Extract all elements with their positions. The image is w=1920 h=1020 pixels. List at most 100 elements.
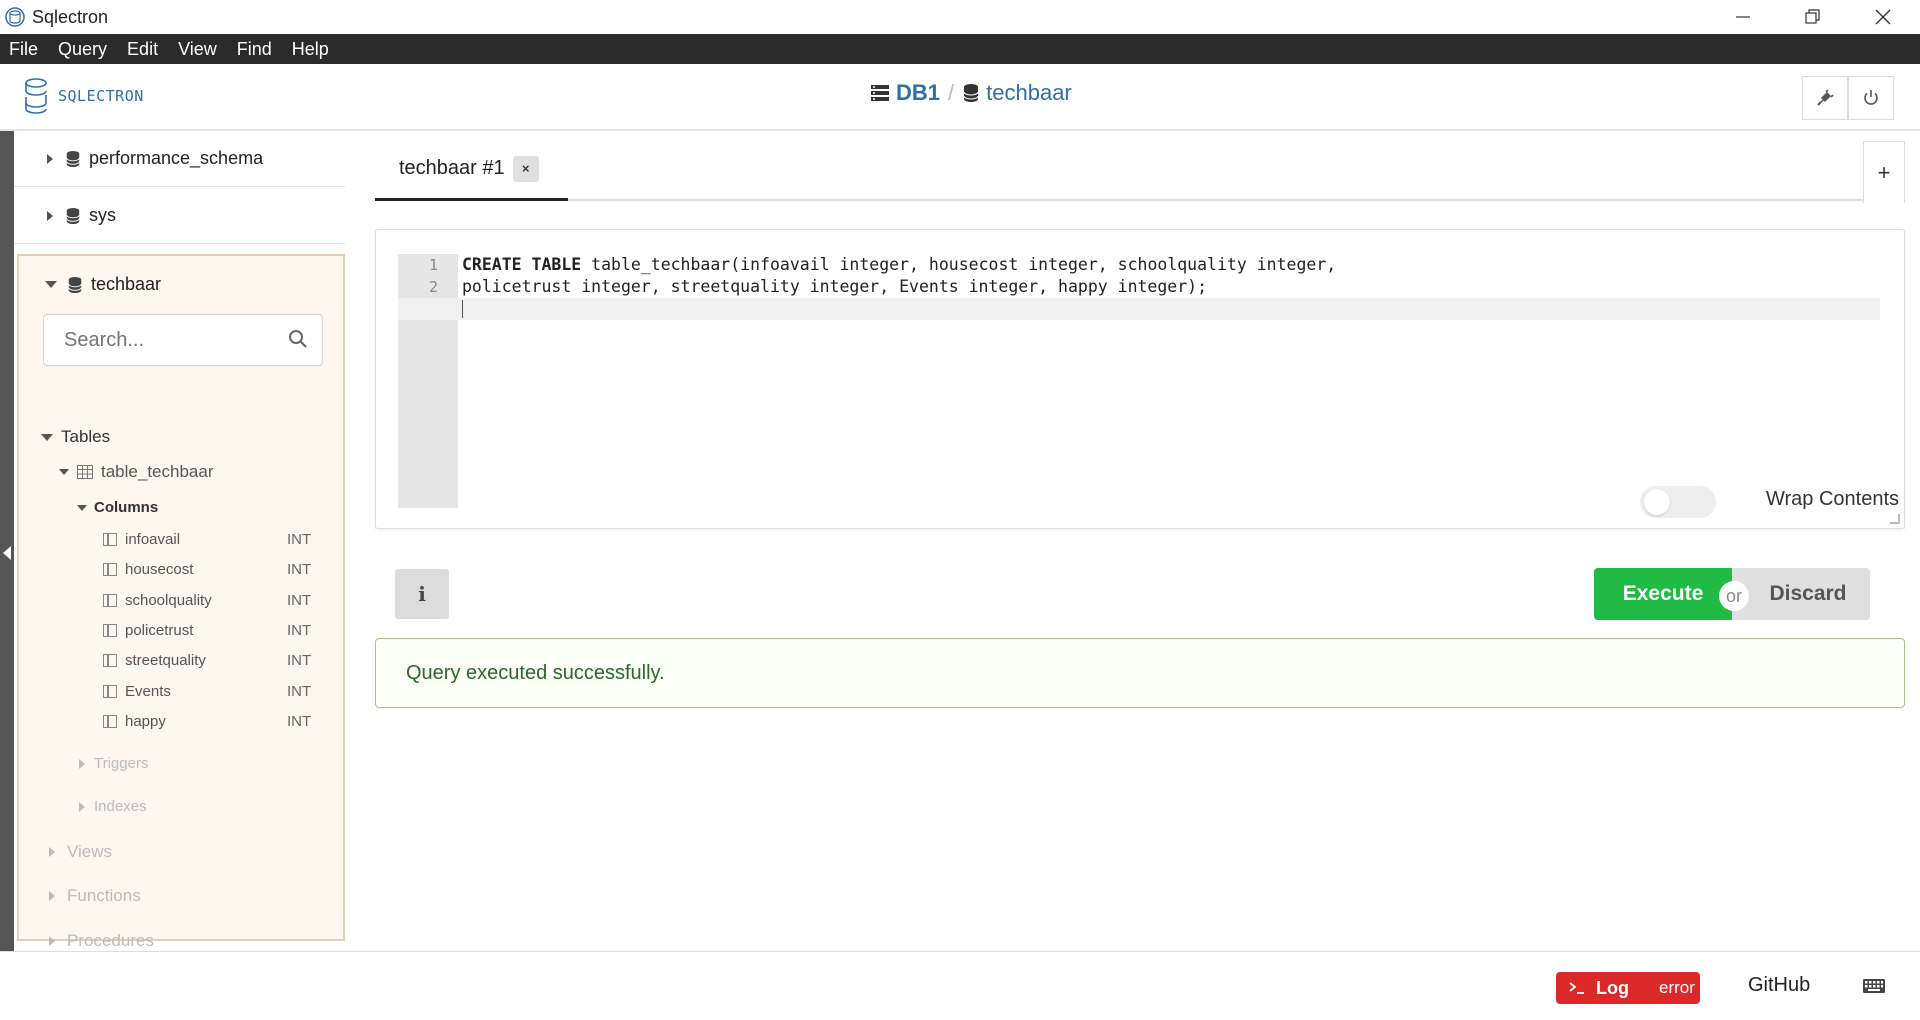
server-icon <box>871 85 889 101</box>
menu-bar: File Query Edit View Find Help <box>0 34 1920 64</box>
footer: Log error GitHub <box>0 951 1920 1020</box>
sidebar: performance_schema sys techbaar Tables <box>14 131 345 951</box>
triggers-label: Triggers <box>94 755 149 772</box>
table-name: table_techbaar <box>101 462 214 481</box>
column-item[interactable]: schoolquality INT <box>103 592 311 609</box>
caret-right-icon <box>79 801 85 812</box>
or-divider: or <box>1719 581 1749 611</box>
tree-indexes-group[interactable]: Indexes <box>79 798 147 815</box>
disconnect-plug-button[interactable] <box>1802 76 1848 120</box>
column-type: INT <box>287 683 312 700</box>
column-item[interactable]: streetquality INT <box>103 652 311 669</box>
caret-right-icon <box>47 210 53 221</box>
views-label: Views <box>67 842 113 861</box>
column-name: happy <box>125 713 166 730</box>
editor-code[interactable]: CREATE TABLE table_techbaar(infoavail in… <box>462 254 1880 320</box>
breadcrumb-separator: / <box>948 80 955 105</box>
log-error-button[interactable]: Log error <box>1556 972 1700 1004</box>
search-input[interactable] <box>44 315 274 365</box>
menu-query[interactable]: Query <box>58 39 107 60</box>
column-icon <box>103 594 117 607</box>
query-tabs: techbaar #1 × <box>375 139 1905 201</box>
app-header: SQLECTRON DB1 / techbaar <box>0 64 1920 131</box>
column-type: INT <box>287 713 312 730</box>
tree-procedures-group[interactable]: Procedures <box>49 931 154 951</box>
column-name: schoolquality <box>125 592 212 609</box>
query-editor[interactable]: 1 2 3 CREATE TABLE table_techbaar(infoav… <box>375 229 1905 529</box>
tree-triggers-group[interactable]: Triggers <box>79 755 148 772</box>
editor-gutter: 1 2 3 <box>398 254 458 508</box>
success-text: Query executed successfully. <box>406 661 665 684</box>
tree-columns-group[interactable]: Columns <box>77 499 158 516</box>
caret-right-icon <box>79 758 85 769</box>
plug-icon <box>1817 89 1834 106</box>
close-icon <box>1875 9 1891 25</box>
database-icon <box>66 150 80 167</box>
menu-edit[interactable]: Edit <box>127 39 158 60</box>
tab-techbaar-1[interactable]: techbaar #1 × <box>375 139 568 201</box>
logo-text: SQLECTRON <box>58 87 144 105</box>
wrap-contents-label[interactable]: Wrap Contents <box>1766 488 1899 511</box>
minimize-icon <box>1736 16 1750 18</box>
tree-tables-group[interactable]: Tables <box>41 427 110 447</box>
add-tab-button[interactable]: + <box>1863 141 1905 203</box>
column-item[interactable]: infoavail INT <box>103 531 311 548</box>
column-icon <box>103 533 117 546</box>
execute-button[interactable]: Execute <box>1594 568 1732 620</box>
logo-icon <box>25 78 47 114</box>
close-window-button[interactable] <box>1848 0 1918 34</box>
tree-table-techbaar[interactable]: table_techbaar <box>59 462 213 482</box>
tab-close-button[interactable]: × <box>512 155 539 182</box>
minimize-button[interactable] <box>1708 0 1778 34</box>
sidebar-search <box>43 314 323 366</box>
procedures-label: Procedures <box>67 931 154 950</box>
collapse-arrow-icon <box>3 546 11 560</box>
line-number: 1 <box>428 256 438 274</box>
sidebar-db-techbaar[interactable]: techbaar <box>45 274 161 295</box>
database-icon <box>68 276 82 293</box>
column-item[interactable]: housecost INT <box>103 561 311 578</box>
log-label: Log <box>1596 977 1629 998</box>
search-icon[interactable] <box>288 329 308 349</box>
keyboard-icon[interactable] <box>1862 978 1886 994</box>
info-button[interactable]: i <box>395 569 449 619</box>
breadcrumb-database[interactable]: techbaar <box>986 80 1072 106</box>
wrap-contents-toggle[interactable] <box>1640 486 1716 518</box>
column-item[interactable]: policetrust INT <box>103 622 311 639</box>
toggle-knob <box>1644 489 1670 515</box>
text-cursor <box>462 300 463 318</box>
restore-button[interactable] <box>1778 0 1848 34</box>
sidebar-collapse-handle[interactable] <box>0 131 14 951</box>
code-line-2: policetrust integer, streetquality integ… <box>462 277 1208 296</box>
column-name: housecost <box>125 561 194 578</box>
column-item[interactable]: Events INT <box>103 683 311 700</box>
breadcrumb-server[interactable]: DB1 <box>896 80 940 106</box>
line-number: 2 <box>428 278 438 296</box>
tree-views-group[interactable]: Views <box>49 842 112 862</box>
caret-down-icon <box>45 281 57 288</box>
power-button[interactable] <box>1848 76 1894 120</box>
terminal-icon <box>1569 982 1584 994</box>
menu-help[interactable]: Help <box>292 39 329 60</box>
breadcrumb: DB1 / techbaar <box>870 80 1072 106</box>
caret-right-icon <box>47 153 53 164</box>
tree-functions-group[interactable]: Functions <box>49 886 141 906</box>
menu-file[interactable]: File <box>9 39 38 60</box>
discard-button[interactable]: Discard <box>1732 568 1870 620</box>
resize-handle-icon[interactable] <box>1890 514 1900 524</box>
sidebar-db-sys[interactable]: sys <box>14 188 345 244</box>
column-item[interactable]: happy INT <box>103 713 311 730</box>
menu-find[interactable]: Find <box>237 39 272 60</box>
github-link[interactable]: GitHub <box>1748 974 1810 997</box>
indexes-label: Indexes <box>94 798 147 815</box>
column-name: infoavail <box>125 531 181 548</box>
database-icon <box>66 207 80 224</box>
column-type: INT <box>287 592 312 609</box>
database-icon <box>963 84 979 102</box>
code-line-1: CREATE TABLE table_techbaar(infoavail in… <box>462 254 1880 276</box>
column-type: INT <box>287 652 312 669</box>
menu-view[interactable]: View <box>178 39 217 60</box>
logo: SQLECTRON <box>22 76 144 116</box>
sidebar-db-performance-schema[interactable]: performance_schema <box>14 131 345 187</box>
